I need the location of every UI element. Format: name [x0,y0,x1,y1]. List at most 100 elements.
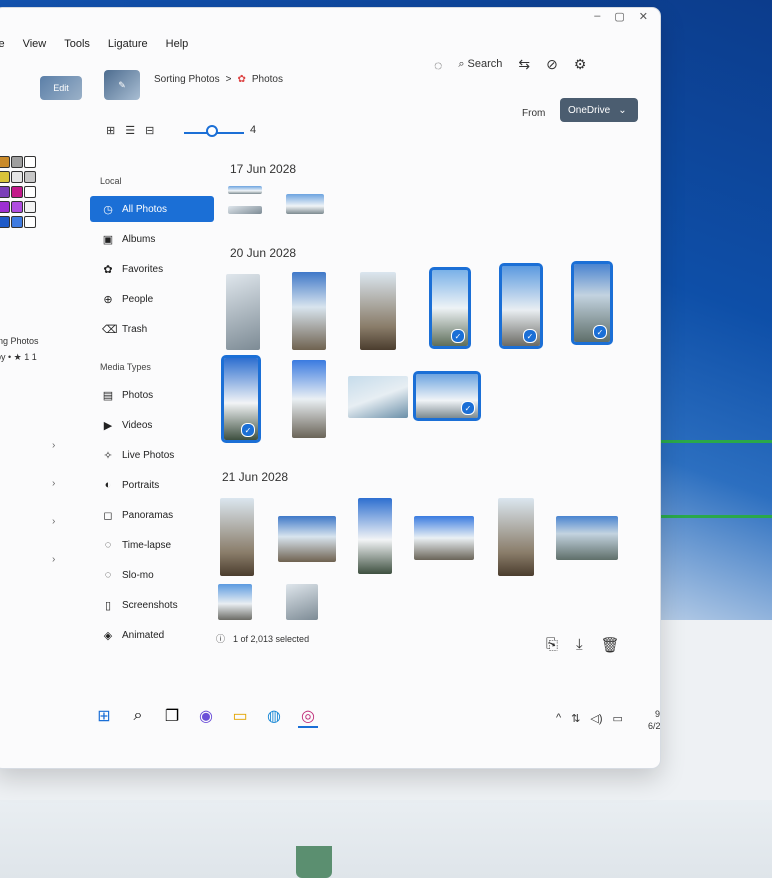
photo-thumbnail[interactable] [220,498,254,576]
color-swatch[interactable] [11,186,23,198]
grid-view-icon[interactable]: ⊞ [106,124,115,137]
color-swatch[interactable] [11,156,23,168]
menu-ligature[interactable]: Ligature [106,36,150,52]
sidebar-item-animated[interactable]: ◈ Animated [90,622,214,648]
photo-thumbnail[interactable]: ✓ [429,267,471,349]
browser-icon[interactable]: ◍ [264,706,284,726]
checkmark-icon[interactable]: ✓ [451,329,465,343]
zoom-slider-handle[interactable] [206,125,218,137]
photo-thumbnail[interactable]: ✓ [571,261,613,345]
checkmark-icon[interactable]: ✓ [461,401,475,415]
color-swatch[interactable] [24,201,36,213]
checkmark-icon[interactable]: ✓ [593,325,607,339]
sidebar-item-videos[interactable]: ▶ Videos [90,412,214,438]
color-swatch[interactable] [11,171,23,183]
edit-icon[interactable]: ⊘ [546,56,558,73]
color-swatch[interactable] [11,216,23,228]
sidebar-item-people[interactable]: ⊕ People [90,286,214,312]
edit-chip[interactable]: Edit [40,76,82,100]
chevron-right-icon[interactable]: › [52,440,55,451]
photo-thumbnail[interactable] [228,206,262,214]
list-view-icon[interactable]: ☰ [125,124,135,137]
chevron-right-icon[interactable]: › [52,554,55,565]
checkmark-icon[interactable]: ✓ [523,329,537,343]
color-swatch[interactable] [11,201,23,213]
photo-thumbnail[interactable] [286,584,318,620]
compact-view-icon[interactable]: ⊟ [145,124,154,137]
sidebar-item-trash[interactable]: ⌫ Trash [90,316,214,342]
copy-icon[interactable]: ⎘ [546,636,558,654]
photo-thumbnail[interactable] [360,272,396,350]
menu-file[interactable]: le [0,36,7,52]
sidebar-item-albums[interactable]: ▣ Albums [90,226,214,252]
menu-help[interactable]: Help [164,36,191,52]
menu-view[interactable]: View [21,36,49,52]
color-swatch[interactable] [0,171,10,183]
volume-icon[interactable]: ◁) [590,712,602,725]
sidebar-item-panoramas[interactable]: ◻ Panoramas [90,502,214,528]
photo-thumbnail[interactable] [226,274,260,350]
color-swatch[interactable] [24,171,36,183]
date-header: 20 Jun 2028 [230,246,297,260]
edit-thumbnail-button[interactable]: ✎ [104,70,140,100]
task-view-icon[interactable]: ❐ [162,706,182,726]
chevron-right-icon[interactable]: › [52,478,55,489]
network-icon[interactable]: ⇅ [571,712,580,725]
photo-thumbnail[interactable] [286,194,324,214]
tray-overflow-icon[interactable]: ^ [556,712,561,725]
sidebar-item-time-lapse[interactable]: ◌ Time-lapse [90,532,214,558]
photo-thumbnail[interactable] [414,516,474,560]
color-swatch[interactable] [0,201,10,213]
color-swatch[interactable] [24,156,36,168]
photo-thumbnail[interactable] [292,272,326,350]
clock-date: 6/20/2028 [648,721,660,731]
photo-thumbnail[interactable] [348,376,408,418]
search-button[interactable]: ⌕ Search [458,58,502,71]
sidebar-item-all-photos[interactable]: ◷ All Photos [90,196,214,222]
photo-thumbnail[interactable]: ✓ [413,371,481,421]
photo-thumbnail[interactable] [278,516,336,562]
minimize-button[interactable]: – [594,10,600,23]
sidebar-item-favorites[interactable]: ✿ Favorites [90,256,214,282]
color-swatch[interactable] [24,216,36,228]
photo-thumbnail[interactable] [228,186,262,194]
selection-actions: ⎘ ⤓ 🗑 [546,636,620,654]
photo-thumbnail[interactable]: ✓ [499,263,543,349]
breadcrumb-parent[interactable]: Sorting Photos [154,74,220,85]
photo-thumbnail[interactable] [292,360,326,438]
photo-thumbnail[interactable]: ✓ [221,355,261,443]
checkmark-icon[interactable]: ✓ [241,423,255,437]
sidebar-item-portraits[interactable]: ◐ Portraits [90,472,214,498]
color-swatch[interactable] [0,186,10,198]
photo-thumbnail[interactable] [358,498,392,574]
sidebar-item-slo-mo[interactable]: ◌ Slo-mo [90,562,214,588]
share-icon[interactable]: ⇆ [518,56,530,73]
maximize-button[interactable]: ▢ [614,10,624,23]
folder-icon[interactable]: ▭ [230,706,250,726]
sidebar-item-screenshots[interactable]: ▯ Screenshots [90,592,214,618]
color-swatch[interactable] [24,186,36,198]
start-icon[interactable]: ⊞ [94,706,114,726]
clock[interactable]: 9:10 AM 6/20/2028 [648,708,660,732]
info-icon: ⓘ [216,634,226,644]
photo-thumbnail[interactable] [498,498,534,576]
settings-icon[interactable]: ⚙ [574,56,587,73]
photo-thumbnail[interactable] [218,584,252,620]
search-icon[interactable]: ⌕ [128,706,148,726]
close-button[interactable]: ✕ [639,10,648,23]
battery-icon[interactable]: ▭ [613,712,623,725]
download-icon[interactable]: ⤓ [576,636,583,654]
trash-icon[interactable]: 🗑 [601,636,620,654]
chevron-right-icon[interactable]: › [52,516,55,527]
sidebar-item-live-photos[interactable]: ✧ Live Photos [90,442,214,468]
color-swatch[interactable] [0,216,10,228]
color-swatch[interactable] [0,156,10,168]
chat-icon[interactable]: ◉ [196,706,216,726]
photos-app-icon[interactable]: ◎ [298,706,318,728]
sync-icon[interactable]: ◌ [434,57,442,73]
from-dropdown[interactable]: OneDrive ⌄ [560,98,638,122]
sidebar-item-label: Time-lapse [122,539,172,551]
menu-tools[interactable]: Tools [62,36,92,52]
photo-thumbnail[interactable] [556,516,618,560]
sidebar-item-photos[interactable]: ▤ Photos [90,382,214,408]
